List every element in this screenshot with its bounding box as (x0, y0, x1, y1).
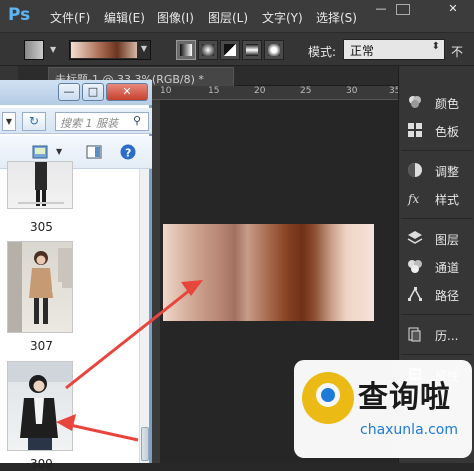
watermark-logo: 查询啦 chaxunla.com (294, 360, 472, 458)
search-icon (302, 372, 354, 424)
magnifier-lens-icon (316, 383, 340, 407)
watermark-title: 查询啦 (358, 380, 451, 415)
watermark-url: chaxunla.com (360, 422, 458, 438)
arrow-icon (65, 280, 203, 390)
arrow-icon (56, 414, 139, 442)
